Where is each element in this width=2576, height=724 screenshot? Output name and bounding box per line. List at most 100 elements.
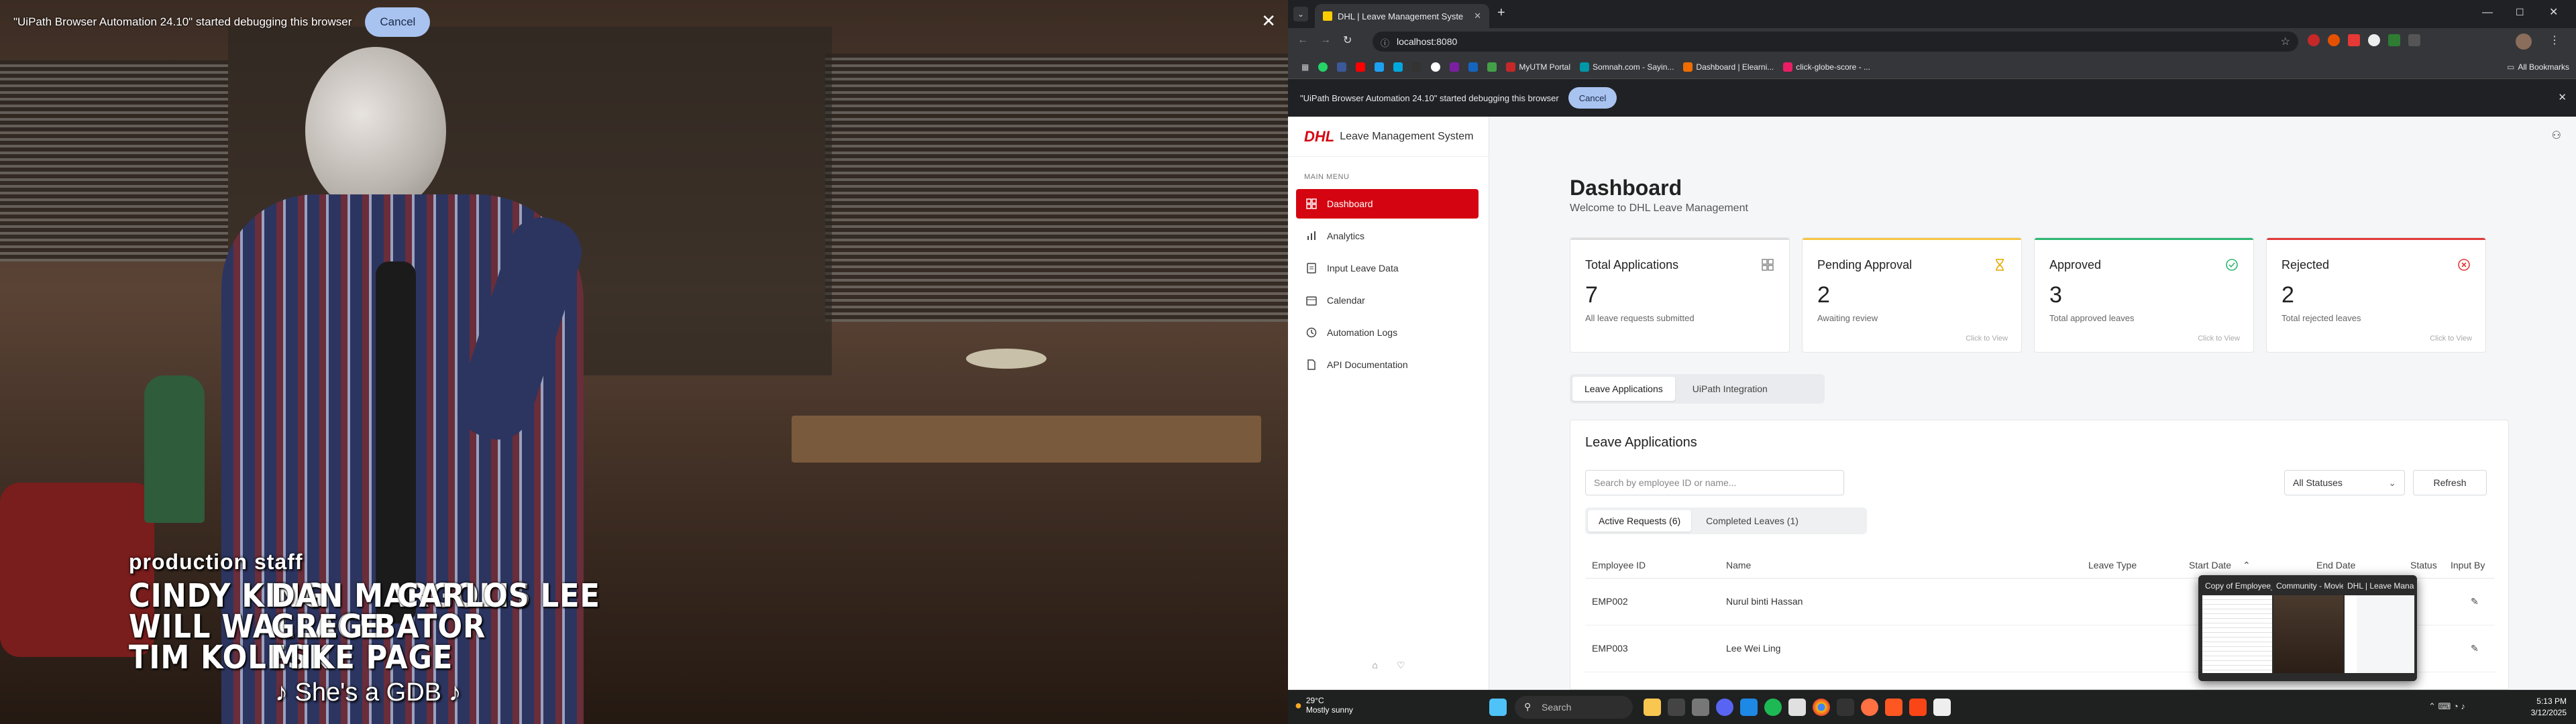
tab-dhl[interactable]: DHL | Leave Management Syste ✕ [1315, 4, 1489, 28]
nav-input-leave-data[interactable]: Input Leave Data [1296, 253, 1479, 283]
close-icon[interactable]: ✕ [1261, 11, 1276, 32]
bookmark-icon[interactable] [1450, 62, 1460, 72]
extension-icons[interactable] [2308, 34, 2420, 46]
employee-name: Nurul binti Hassan [1726, 596, 1803, 607]
tab-close-icon[interactable]: ✕ [1474, 11, 1481, 21]
site-info-icon[interactable]: ⓘ [1381, 36, 1389, 49]
new-tab-icon[interactable]: + [1497, 5, 1505, 21]
preview-spreadsheet[interactable]: Copy of Employee_Leave_D... [2202, 579, 2272, 677]
cancel-debug-button[interactable]: Cancel [365, 7, 431, 37]
taskbar-app-icon[interactable] [1885, 699, 1902, 716]
card-rejected[interactable]: Rejected 2 Total rejected leaves Click t… [2266, 237, 2486, 353]
user-icon[interactable]: ⚇ [2552, 129, 2561, 142]
nav-automation-logs[interactable]: Automation Logs [1296, 318, 1479, 347]
nav-analytics[interactable]: Analytics [1296, 221, 1479, 251]
column-header[interactable]: Status [2410, 560, 2437, 570]
weather-text: Mostly sunny [1305, 705, 1353, 715]
employee-name: Lee Wei Ling [1726, 643, 1781, 654]
taskbar-app-icon[interactable] [1692, 699, 1709, 716]
apps-icon[interactable]: ▦ [1301, 62, 1309, 72]
bookmark-icon[interactable] [1356, 62, 1366, 72]
column-header[interactable]: End Date [2316, 560, 2355, 570]
column-header[interactable]: Start Date [2189, 560, 2231, 570]
spotify-icon[interactable] [1764, 699, 1782, 716]
card-accent [2267, 238, 2485, 240]
bookmark-icon[interactable] [1393, 62, 1403, 72]
card-pending-approval[interactable]: Pending Approval 2 Awaiting review Click… [1802, 237, 2022, 353]
forward-icon[interactable]: → [1320, 34, 1331, 46]
taskbar-search[interactable]: ⚲ Search [1515, 696, 1633, 719]
bookmark-icon[interactable] [1337, 62, 1347, 72]
taskbar-app-icon[interactable] [1788, 699, 1806, 716]
star-icon[interactable]: ☆ [2281, 35, 2290, 48]
bookmark-icon[interactable] [1468, 62, 1479, 72]
tab-search-icon[interactable]: ⌄ [1293, 7, 1308, 21]
bookmark-icon[interactable] [1487, 62, 1497, 72]
reload-icon[interactable]: ↻ [1343, 34, 1352, 47]
feedback-icon[interactable]: ⌂ [1372, 660, 1377, 680]
tab-leave-applications[interactable]: Leave Applications [1572, 377, 1675, 401]
weather-widget[interactable]: ● 29°C Mostly sunny [1295, 696, 1353, 715]
subtab-active-requests[interactable]: Active Requests (6) [1588, 510, 1692, 532]
menu-icon[interactable]: ⋮ [2549, 34, 2560, 47]
infobar-close-icon[interactable]: ✕ [2558, 91, 2567, 103]
column-header[interactable]: Employee ID [1592, 560, 1646, 570]
system-tray[interactable]: ⌃ ⌨ ◔ ♪ [2428, 701, 2465, 712]
nav-label: Input Leave Data [1327, 263, 1399, 274]
taskbar-app-icon[interactable] [1668, 699, 1685, 716]
search-input[interactable]: Search by employee ID or name... [1585, 470, 1844, 495]
address-bar[interactable]: ⓘ localhost:8080 ☆ [1373, 32, 2298, 52]
preview-dhl[interactable]: DHL | Leave Manage...✕ [2345, 579, 2414, 677]
infobar-cancel-button[interactable]: Cancel [1568, 87, 1617, 109]
bookmark-icon[interactable] [1412, 62, 1422, 72]
edit-icon[interactable]: ✎ [2471, 596, 2479, 607]
column-header[interactable]: Name [1726, 560, 1751, 570]
window-close-icon[interactable]: ✕ [2549, 5, 2558, 19]
nav-api-documentation[interactable]: API Documentation [1296, 350, 1479, 379]
file-explorer-icon[interactable] [1644, 699, 1661, 716]
taskbar-app-icon[interactable] [1837, 699, 1854, 716]
subtab-completed-leaves[interactable]: Completed Leaves (1) [1695, 510, 1809, 532]
taskbar-app-icon[interactable] [1933, 699, 1951, 716]
windows-start-icon[interactable] [1489, 699, 1507, 716]
lamp [966, 349, 1046, 369]
status-filter-select[interactable]: All Statuses ⌄ [2284, 470, 2405, 495]
sort-asc-icon[interactable]: ⌃ [2243, 560, 2251, 571]
all-bookmarks[interactable]: ▭ All Bookmarks [2507, 62, 2569, 72]
preview-moviebox[interactable]: Community - Moviebox - G... [2273, 579, 2343, 677]
maximize-icon[interactable]: ☐ [2516, 7, 2524, 18]
bookmarks-bar: ▦ MyUTM Portal Somnah.com - Sayin... Das… [1288, 55, 2576, 79]
profile-avatar[interactable] [2516, 34, 2532, 50]
bookmark-click-globe[interactable]: click-globe-score - ... [1783, 62, 1870, 72]
preview-thumbnail [2202, 595, 2272, 673]
tab-uipath-integration[interactable]: UiPath Integration [1680, 377, 1780, 401]
card-approved[interactable]: Approved 3 Total approved leaves Click t… [2034, 237, 2254, 353]
heart-icon[interactable]: ♡ [1397, 660, 1405, 680]
bookmark-myutm[interactable]: MyUTM Portal [1506, 62, 1570, 72]
refresh-button[interactable]: Refresh [2413, 470, 2487, 495]
minimize-icon[interactable]: — [2482, 7, 2493, 19]
discord-icon[interactable] [1716, 699, 1733, 716]
back-icon[interactable]: ← [1297, 34, 1308, 46]
uipath-icon[interactable] [1909, 699, 1927, 716]
whatsapp-icon[interactable] [1318, 62, 1328, 72]
bookmark-dashboard[interactable]: Dashboard | Elearni... [1683, 62, 1774, 72]
column-header[interactable]: Leave Type [2088, 560, 2137, 570]
card-link[interactable]: Click to View [1966, 335, 2008, 343]
edit-icon[interactable]: ✎ [2471, 643, 2479, 654]
clock[interactable]: 5:13 PM 3/12/2025 [2531, 696, 2567, 719]
chrome-icon[interactable] [1813, 699, 1830, 716]
nav-dashboard[interactable]: Dashboard [1296, 189, 1479, 219]
github-icon[interactable] [1431, 62, 1441, 72]
card-total-applications[interactable]: Total Applications 7 All leave requests … [1570, 237, 1790, 353]
card-link[interactable]: Click to View [2198, 335, 2240, 343]
card-link[interactable]: Click to View [2430, 335, 2472, 343]
card-accent [1803, 238, 2021, 240]
column-header[interactable]: Input By [2451, 560, 2485, 570]
nav-calendar[interactable]: Calendar [1296, 286, 1479, 315]
video-player[interactable]: "UiPath Browser Automation 24.10" starte… [0, 0, 1288, 724]
taskbar-app-icon[interactable] [1861, 699, 1878, 716]
bookmark-icon[interactable] [1375, 62, 1385, 72]
bookmark-somnah[interactable]: Somnah.com - Sayin... [1580, 62, 1674, 72]
vscode-icon[interactable] [1740, 699, 1758, 716]
